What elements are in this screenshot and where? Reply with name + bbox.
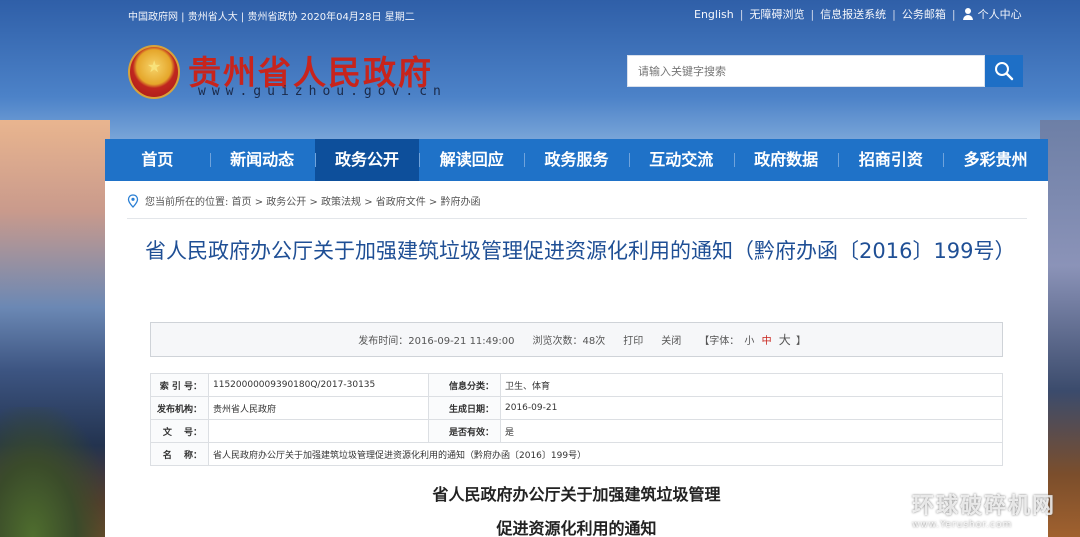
- nav-interaction[interactable]: 互动交流: [628, 139, 734, 181]
- body-heading-line2: 促进资源化利用的通知: [496, 519, 657, 537]
- nav-investment[interactable]: 招商引资: [838, 139, 943, 181]
- national-emblem-logo[interactable]: [128, 45, 180, 99]
- site-url: www.guizhou.gov.cn: [198, 84, 447, 99]
- divider: |: [810, 7, 815, 21]
- background-hill: [0, 407, 110, 537]
- font-small-button[interactable]: 小: [744, 336, 754, 347]
- document-meta-bar: 发布时间：2016-09-21 11:49:00 浏览次数：48次 打印 关闭 …: [150, 322, 1003, 357]
- view-count: 浏览次数：48次: [532, 336, 606, 347]
- content-panel: 您当前所在的位置: 首页 > 政务公开 > 政策法规 > 省政府文件 > 黔府办…: [105, 181, 1048, 537]
- nav-interpretation[interactable]: 解读回应: [419, 139, 524, 181]
- category-value: 卫生、体育: [500, 373, 1003, 397]
- link-mail[interactable]: 公务邮箱: [902, 6, 946, 22]
- print-button[interactable]: 打印: [623, 332, 643, 347]
- font-size-control: 【字体： 小 中 大 】: [699, 331, 806, 348]
- table-row: 索 引 号： 11520000009390180Q/2017-30135 信息分…: [150, 373, 1003, 397]
- table-row: 文 号： 是否有效： 是: [150, 419, 1003, 443]
- user-icon[interactable]: [962, 8, 974, 20]
- date-label: 生成日期：: [428, 396, 501, 420]
- publisher-value: 贵州省人民政府: [208, 396, 429, 420]
- divider: [127, 218, 1027, 219]
- valid-value: 是: [500, 419, 1003, 443]
- breadcrumb-text[interactable]: 您当前所在的位置: 首页 > 政务公开 > 政策法规 > 省政府文件 > 黔府办…: [145, 193, 481, 208]
- close-button[interactable]: 关闭: [661, 332, 681, 347]
- link-english[interactable]: English: [694, 8, 734, 21]
- index-value: 11520000009390180Q/2017-30135: [208, 373, 429, 397]
- link-accessibility[interactable]: 无障碍浏览: [749, 6, 804, 22]
- watermark-name: 环球破碎机网: [912, 494, 1057, 519]
- location-pin-icon: [127, 193, 139, 208]
- document-title: 省人民政府办公厅关于加强建筑垃圾管理促进资源化利用的通知（黔府办函〔2016〕1…: [145, 239, 1016, 263]
- search-box: [627, 55, 985, 87]
- table-row: 发布机构： 贵州省人民政府 生成日期： 2016-09-21: [150, 396, 1003, 420]
- font-medium-button[interactable]: 中: [762, 336, 772, 347]
- main-nav: 首页 新闻动态 政务公开 解读回应 政务服务 互动交流 政府数据 招商引资 多彩…: [105, 139, 1048, 181]
- name-value: 省人民政府办公厅关于加强建筑垃圾管理促进资源化利用的通知（黔府办函〔2016〕1…: [208, 442, 1003, 466]
- index-label: 索 引 号：: [150, 373, 209, 397]
- name-label: 名 称：: [150, 442, 209, 466]
- nav-colorful-guizhou[interactable]: 多彩贵州: [943, 139, 1048, 181]
- divider: |: [892, 7, 896, 21]
- nav-gov-data[interactable]: 政府数据: [733, 139, 839, 181]
- link-user-center[interactable]: 个人中心: [978, 6, 1022, 22]
- divider: |: [951, 7, 956, 21]
- publisher-label: 发布机构：: [150, 396, 209, 420]
- top-right-links: English | 无障碍浏览 | 信息报送系统 | 公务邮箱 | 个人中心: [694, 6, 1022, 22]
- link-info-system[interactable]: 信息报送系统: [820, 6, 886, 22]
- docno-label: 文 号：: [150, 419, 209, 443]
- watermark-url: www.Yerushor.com: [912, 520, 1013, 530]
- search-input[interactable]: [628, 56, 984, 86]
- top-bar: 中国政府网 | 贵州省人大 | 贵州省政协 2020年04月28日 星期二 En…: [0, 0, 1080, 28]
- watermark-logo-icon: [872, 490, 906, 524]
- font-size-end: 】: [796, 336, 806, 347]
- date-value: 2016-09-21: [500, 396, 1003, 420]
- font-size-label: 【字体：: [699, 336, 740, 347]
- publish-time: 发布时间：2016-09-21 11:49:00: [358, 336, 515, 347]
- font-large-button[interactable]: 大: [779, 333, 791, 347]
- top-links-date[interactable]: 中国政府网 | 贵州省人大 | 贵州省政协 2020年04月28日 星期二: [128, 8, 415, 23]
- search-icon: [995, 62, 1014, 81]
- document-info-table: 索 引 号： 11520000009390180Q/2017-30135 信息分…: [150, 373, 1003, 466]
- divider: |: [739, 7, 744, 21]
- table-row: 名 称： 省人民政府办公厅关于加强建筑垃圾管理促进资源化利用的通知（黔府办函〔2…: [150, 442, 1003, 466]
- nav-news[interactable]: 新闻动态: [209, 139, 315, 181]
- category-label: 信息分类：: [428, 373, 501, 397]
- docno-value: [208, 419, 429, 443]
- nav-services[interactable]: 政务服务: [524, 139, 629, 181]
- body-heading-line1: 省人民政府办公厅关于加强建筑垃圾管理: [432, 485, 721, 504]
- nav-gov-affairs[interactable]: 政务公开: [314, 139, 420, 181]
- search-button[interactable]: [985, 55, 1023, 87]
- nav-home[interactable]: 首页: [105, 139, 210, 181]
- breadcrumb: 您当前所在的位置: 首页 > 政务公开 > 政策法规 > 省政府文件 > 黔府办…: [127, 193, 481, 208]
- watermark: 环球破碎机网 www.Yerushor.com: [912, 488, 1056, 530]
- valid-label: 是否有效：: [428, 419, 501, 443]
